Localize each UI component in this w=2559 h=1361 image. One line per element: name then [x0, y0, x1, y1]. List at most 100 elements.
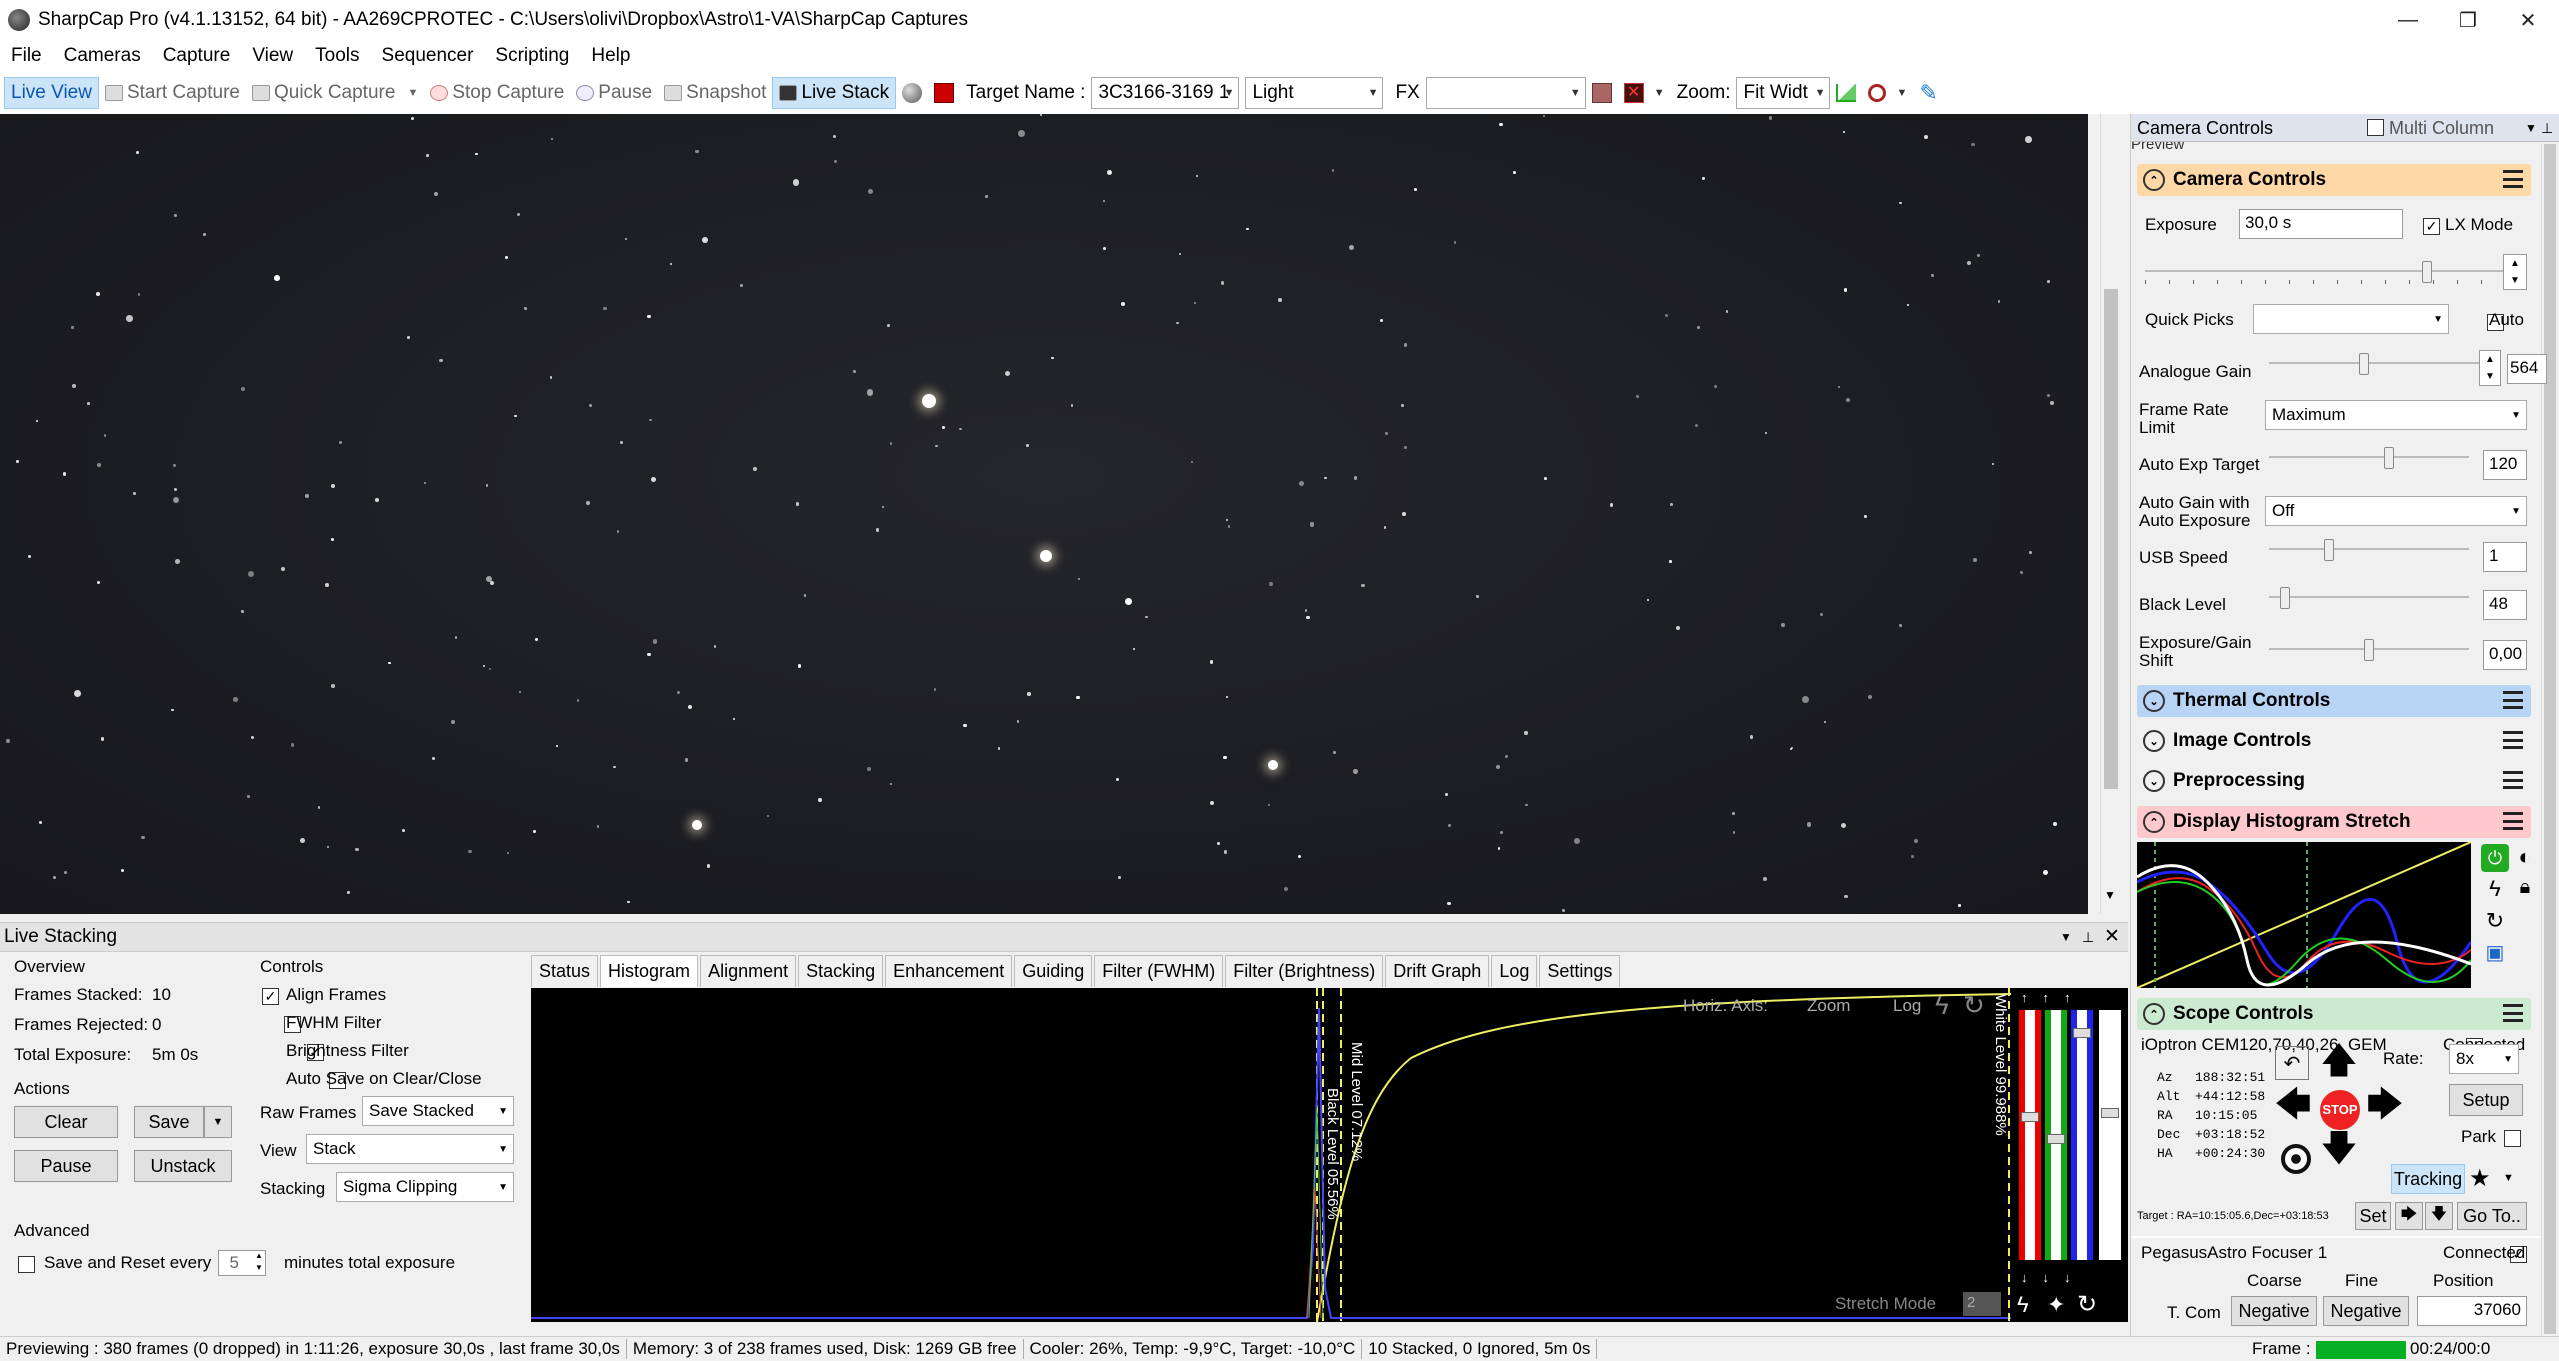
save-reset-checkbox[interactable] [18, 1256, 35, 1274]
menu-icon[interactable] [2503, 1004, 2523, 1022]
pin-icon[interactable]: ⊥ [2082, 923, 2094, 951]
exposure-gain-shift-input[interactable]: 0,00 [2483, 640, 2527, 670]
tab-settings[interactable]: Settings [1539, 955, 1621, 987]
luminance-slider-knob[interactable] [2101, 1108, 2119, 1118]
multi-column-checkbox[interactable] [2367, 119, 2384, 136]
green-slider-knob[interactable] [2047, 1134, 2065, 1144]
auto-exp-input[interactable]: 120 [2483, 450, 2527, 480]
red-indicator-icon[interactable] [928, 77, 960, 109]
park-checkbox[interactable] [2503, 1130, 2521, 1148]
red-slider-knob[interactable] [2021, 1112, 2039, 1122]
menu-capture[interactable]: Capture [152, 45, 242, 67]
scroll-down-icon[interactable]: ▼ [2104, 888, 2116, 902]
reverse-icon[interactable]: ↶ [2275, 1046, 2309, 1080]
power-icon[interactable]: ⏻ [2481, 844, 2509, 872]
coarse-negative-button[interactable]: Negative [2231, 1296, 2317, 1326]
fx-select[interactable]: ▼ [1425, 77, 1586, 109]
contrast-icon[interactable]: ◐ [2511, 844, 2539, 872]
slider-knob[interactable] [2364, 639, 2374, 661]
tab-drift-graph[interactable]: Drift Graph [1385, 955, 1490, 987]
view-select[interactable]: Stack ▼ [306, 1134, 514, 1164]
auto-exp-slider[interactable] [2269, 446, 2469, 470]
menu-scripting[interactable]: Scripting [484, 45, 580, 67]
analogue-gain-slider[interactable] [2269, 352, 2479, 376]
arrow-right-button[interactable]: 🡆 [2363, 1083, 2407, 1130]
arrow-up-button[interactable]: 🡅 [2317, 1039, 2361, 1086]
menu-icon[interactable] [2503, 170, 2523, 188]
zoom-icon[interactable]: ▼ [1862, 77, 1913, 109]
gain-spinner[interactable]: ▲ ▼ [2479, 350, 2501, 386]
snapshot-button[interactable]: Snapshot [658, 77, 772, 109]
clear-button[interactable]: Clear [14, 1106, 118, 1138]
menu-tools[interactable]: Tools [304, 45, 370, 67]
close-icon[interactable]: ✕ [2104, 923, 2120, 951]
tab-stacking[interactable]: Stacking [798, 955, 884, 987]
chevron-down-icon[interactable]: ▼ [2503, 1172, 2514, 1184]
stack-histogram[interactable]: Black Level 05.56% Mid Level 07.12% Whit… [531, 988, 2011, 1322]
sparkle-icon[interactable]: ✦ [2047, 1292, 2065, 1318]
reset-icon[interactable]: ↻ [2481, 908, 2509, 936]
menu-icon[interactable] [2503, 691, 2523, 709]
crosshair-center-icon[interactable] [2281, 1144, 2311, 1174]
tab-histogram[interactable]: Histogram [600, 955, 699, 987]
pause-button[interactable]: Pause [570, 77, 658, 109]
slider-knob[interactable] [2358, 353, 2369, 375]
auto-gain-select[interactable]: Off ▼ [2265, 496, 2527, 526]
live-view-button[interactable]: Live View [4, 77, 99, 109]
save-dropdown-icon[interactable]: ▼ [204, 1106, 232, 1138]
unstack-button[interactable]: Unstack [134, 1150, 232, 1182]
tracking-button[interactable]: Tracking [2391, 1164, 2465, 1194]
raw-frames-select[interactable]: Save Stacked ▼ [362, 1096, 514, 1126]
frame-rate-select[interactable]: Maximum ▼ [2265, 400, 2527, 430]
menu-icon[interactable] [2503, 812, 2523, 830]
menu-sequencer[interactable]: Sequencer [371, 45, 485, 67]
menu-cameras[interactable]: Cameras [53, 45, 152, 67]
exposure-spinner[interactable]: ▲ ▼ [2503, 254, 2527, 290]
display-histogram-header[interactable]: ⌃ Display Histogram Stretch [2137, 806, 2531, 838]
exposure-input[interactable]: 30,0 s [2239, 209, 2403, 239]
pause-stack-button[interactable]: Pause [14, 1150, 118, 1182]
tab-alignment[interactable]: Alignment [700, 955, 797, 987]
tab-guiding[interactable]: Guiding [1014, 955, 1093, 987]
save-icon[interactable]: ▣ [2481, 940, 2509, 968]
crosshair-icon[interactable]: ✕ ▼ [1618, 77, 1671, 109]
maximize-button[interactable]: ❐ [2438, 0, 2498, 40]
reset-icon[interactable]: ↻ [1963, 990, 1985, 1021]
rate-select[interactable]: 8x ▼ [2449, 1044, 2519, 1074]
menu-icon[interactable] [2503, 731, 2523, 749]
start-capture-button[interactable]: Start Capture [99, 77, 246, 109]
chevron-down-icon[interactable]: ▼ [407, 87, 418, 99]
menu-help[interactable]: Help [580, 45, 641, 67]
menu-icon[interactable] [2503, 771, 2523, 789]
lightning-icon[interactable]: ϟ [2481, 876, 2509, 904]
set-button[interactable]: Set [2355, 1202, 2391, 1230]
save-button[interactable]: Save [134, 1106, 204, 1138]
pin-icon[interactable]: ⊥ [2541, 114, 2553, 142]
chevron-down-icon[interactable]: ▼ [2525, 114, 2537, 142]
preprocessing-header[interactable]: ⌄ Preprocessing [2137, 765, 2531, 797]
arrow-right-icon[interactable]: 🡆 [2395, 1202, 2423, 1230]
analogue-gain-input[interactable]: 564 [2507, 354, 2547, 384]
close-button[interactable]: ✕ [2498, 0, 2558, 40]
stop-capture-button[interactable]: Stop Capture [424, 77, 570, 109]
star-icon[interactable]: ★ [2469, 1164, 2491, 1193]
pin-icon[interactable]: ✎ [1913, 77, 1943, 109]
target-name-combo[interactable]: 3C3166-3169 1 ▼ [1091, 77, 1240, 109]
slider-knob[interactable] [2324, 539, 2334, 561]
up-arrow-icons[interactable]: ↑↑↑ [2021, 990, 2086, 1005]
black-level-input[interactable]: 48 [2483, 590, 2527, 620]
histogram-icon[interactable] [1830, 77, 1862, 109]
arrow-left-button[interactable]: 🡄 [2271, 1083, 2315, 1130]
usb-speed-slider[interactable] [2269, 538, 2469, 562]
lightning-icon[interactable]: ϟ [1935, 990, 1949, 1021]
quick-picks-select[interactable]: ▼ [2253, 304, 2449, 334]
align-frames-checkbox[interactable]: ✓ [262, 988, 279, 1006]
exposure-gain-shift-slider[interactable] [2269, 638, 2469, 662]
scrollbar-thumb[interactable] [2104, 289, 2118, 789]
tab-filter-brightness[interactable]: Filter (Brightness) [1225, 955, 1384, 987]
image-viewer[interactable] [0, 114, 2088, 914]
quick-capture-button[interactable]: Quick Capture ▼ [246, 77, 424, 109]
menu-file[interactable]: File [0, 45, 53, 67]
menu-view[interactable]: View [241, 45, 304, 67]
thermal-controls-header[interactable]: ⌄ Thermal Controls [2137, 685, 2531, 717]
